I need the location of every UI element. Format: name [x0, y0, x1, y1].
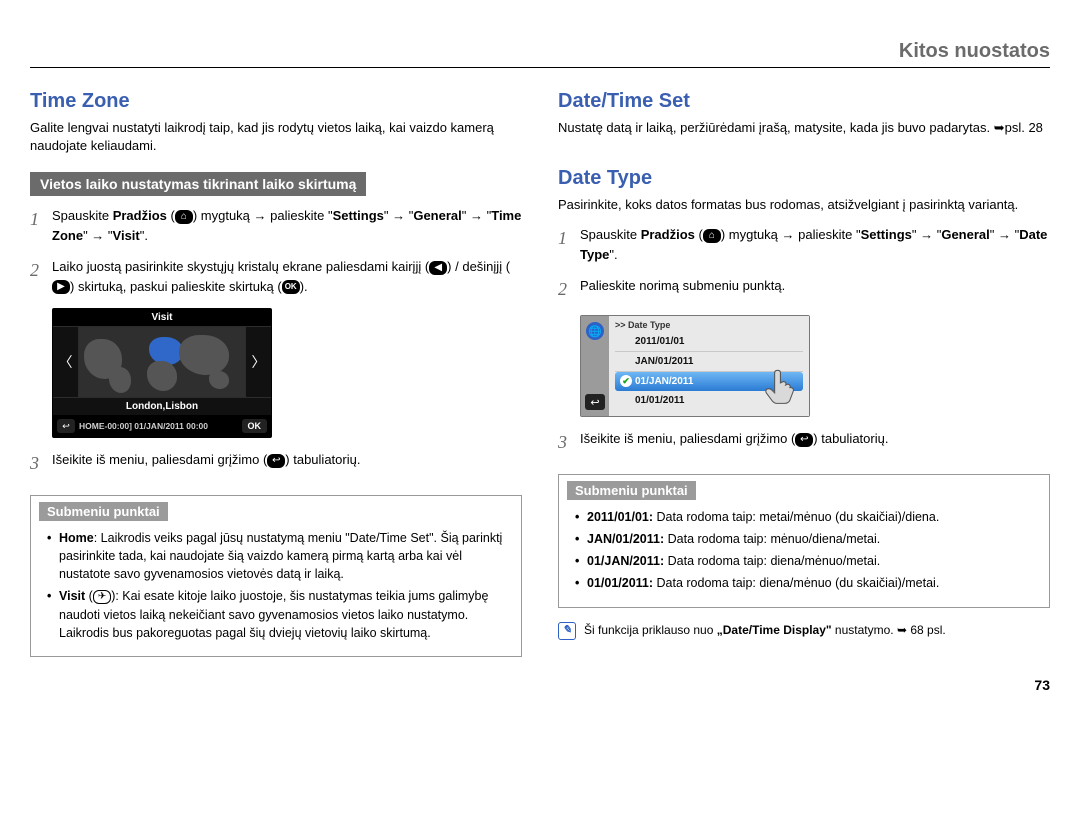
submenu-label: Submeniu punktai [39, 502, 168, 521]
right-arrow-icon: ▶ [52, 280, 70, 294]
submenu-item-visit: Visit (✈): Kai esate kitoje laiko juosto… [47, 587, 509, 641]
lcd-timezone-screenshot: Visit 〈 〉 London,Lisbon ↩ [52, 308, 272, 438]
return-icon: ↩ [267, 454, 285, 468]
note-icon: ✎ [558, 622, 576, 640]
heading-datetype: Date Type [558, 167, 1050, 190]
submenu-item: 2011/01/01: Data rodoma taip: metai/mėnu… [575, 508, 1037, 526]
page-header: Kitos nuostatos [30, 40, 1050, 68]
heading-timezone: Time Zone [30, 90, 522, 113]
lcd-prev-button[interactable]: 〈 [53, 327, 79, 397]
world-map [79, 327, 245, 397]
globe-icon: 🌐 [586, 322, 604, 340]
tz-step-2: 2 Laiko juostą pasirinkite skystųjų kris… [30, 257, 522, 296]
datetype-intro: Pasirinkite, koks datos formatas bus rod… [558, 196, 1050, 214]
lcd-breadcrumb: >> Date Type [615, 320, 803, 330]
lcd-ok-button[interactable]: OK [242, 419, 268, 433]
submenu-label: Submeniu punktai [567, 481, 696, 500]
home-icon: ⌂ [175, 210, 193, 224]
page-ref-arrow-icon: ➥ [994, 120, 1005, 135]
heading-datetimeset: Date/Time Set [558, 90, 1050, 113]
step-number: 2 [30, 257, 52, 284]
lcd-back-button[interactable]: ↩ [585, 394, 605, 410]
page-number: 73 [30, 677, 1050, 693]
lcd-datetype-screenshot: 🌐 ↩ >> Date Type 2011/01/01 JAN/01/2011 … [580, 315, 810, 417]
lcd-title: Visit [53, 309, 271, 327]
right-column: Date/Time Set Nustatę datą ir laiką, per… [558, 90, 1050, 657]
lcd-status: HOME-00:00] 01/JAN/2011 00:00 [79, 421, 238, 431]
lcd-option-1[interactable]: 2011/01/01 [615, 332, 803, 352]
lcd-city: London,Lisbon [53, 397, 271, 415]
subheading-setting-local-time: Vietos laiko nustatymas tikrinant laiko … [30, 172, 366, 196]
left-column: Time Zone Galite lengvai nustatyti laikr… [30, 90, 522, 657]
datetimeset-intro: Nustatę datą ir laiką, peržiūrėdami įraš… [558, 119, 1050, 137]
tz-step-1: 1 Spauskite Pradžios (⌂) mygtuką → palie… [30, 206, 522, 245]
step-number: 1 [558, 225, 580, 252]
ok-icon: OK [282, 280, 300, 294]
submenu-item: 01/JAN/2011: Data rodoma taip: diena/mėn… [575, 552, 1037, 570]
dt-step-1: 1 Spauskite Pradžios (⌂) mygtuką → palie… [558, 225, 1050, 264]
lcd-next-button[interactable]: 〉 [245, 327, 271, 397]
submenu-item: JAN/01/2011: Data rodoma taip: mėnuo/die… [575, 530, 1037, 548]
step-number: 2 [558, 276, 580, 303]
dt-step-3: 3 Išeikite iš meniu, paliesdami grįžimo … [558, 429, 1050, 456]
page-ref-arrow-icon: ➥ [897, 623, 907, 637]
left-arrow-icon: ◀ [429, 261, 447, 275]
step-number: 3 [558, 429, 580, 456]
timezone-intro: Galite lengvai nustatyti laikrodį taip, … [30, 119, 522, 154]
chapter-title: Kitos nuostatos [30, 40, 1050, 63]
step-number: 3 [30, 450, 52, 477]
tz-step-3: 3 Išeikite iš meniu, paliesdami grįžimo … [30, 450, 522, 477]
home-icon: ⌂ [703, 229, 721, 243]
submenu-box-timezone: Submeniu punktai Home: Laikrodis veiks p… [30, 495, 522, 657]
touch-hand-icon [761, 364, 803, 406]
submenu-item-home: Home: Laikrodis veiks pagal jūsų nustaty… [47, 529, 509, 583]
submenu-item: 01/01/2011: Data rodoma taip: diena/mėnu… [575, 574, 1037, 592]
step-number: 1 [30, 206, 52, 233]
plane-icon: ✈ [93, 590, 111, 604]
note-row: ✎ Ši funkcija priklauso nuo „Date/Time D… [558, 622, 1050, 640]
submenu-box-datetype: Submeniu punktai 2011/01/01: Data rodoma… [558, 474, 1050, 608]
dt-step-2: 2 Palieskite norimą submeniu punktą. [558, 276, 1050, 303]
lcd-back-button[interactable]: ↩ [57, 419, 75, 433]
return-icon: ↩ [795, 433, 813, 447]
